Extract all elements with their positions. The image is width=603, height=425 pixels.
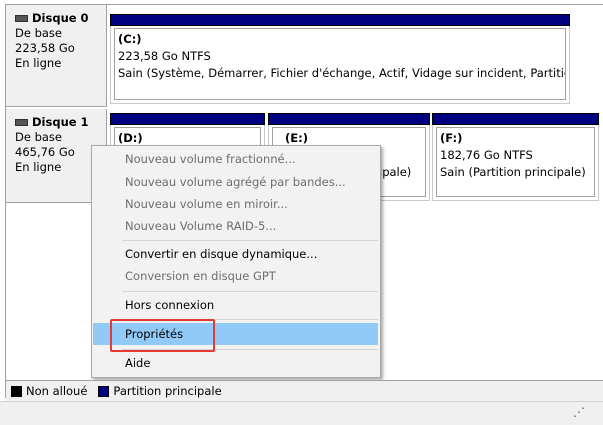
disk-icon <box>15 119 28 126</box>
disk-1-title-row: Disque 1 <box>15 115 106 130</box>
partition-f-details: (F:) 182,76 Go NTFS Sain (Partition prin… <box>436 127 595 197</box>
partition-c-status: Sain (Système, Démarrer, Fichier d'échan… <box>118 66 566 80</box>
partition-c[interactable]: (C:) 223,58 Go NTFS Sain (Système, Démar… <box>110 14 570 104</box>
menu-item-convert-dynamic[interactable]: Convertir en disque dynamique... <box>92 243 380 265</box>
partition-c-letter: (C:) <box>118 32 142 46</box>
legend-label-unallocated: Non alloué <box>26 384 88 398</box>
disk-0-title-row: Disque 0 <box>15 11 106 26</box>
partition-bar <box>268 113 430 125</box>
disk-1-type: De base <box>15 130 62 144</box>
disk-0-info[interactable]: Disque 0 De base 223,58 Go En ligne <box>6 5 107 107</box>
legend-label-primary: Partition principale <box>113 384 222 398</box>
annotation-highlight-box <box>110 319 215 352</box>
disk-1-title: Disque 1 <box>32 115 89 129</box>
menu-separator <box>122 291 378 292</box>
disk-0-status: En ligne <box>15 56 62 70</box>
menu-item-new-spanned-volume[interactable]: Nouveau volume fractionné... <box>92 148 380 170</box>
partition-f[interactable]: (F:) 182,76 Go NTFS Sain (Partition prin… <box>432 113 599 201</box>
partition-f-status: Sain (Partition principale) <box>440 165 586 179</box>
disk-0-size: 223,58 Go <box>15 41 75 55</box>
partition-c-details: (C:) 223,58 Go NTFS Sain (Système, Démar… <box>114 28 566 100</box>
menu-item-new-raid5-volume[interactable]: Nouveau Volume RAID-5... <box>92 215 380 237</box>
partition-c-size: 223,58 Go NTFS <box>118 49 211 63</box>
menu-item-help[interactable]: Aide <box>92 352 380 374</box>
status-strip <box>0 401 603 425</box>
partition-bar <box>110 14 570 26</box>
legend-bar: Non alloué Partition principale <box>6 380 603 401</box>
disk-icon <box>15 15 28 22</box>
menu-item-new-mirrored-volume[interactable]: Nouveau volume en miroir... <box>92 193 380 215</box>
partition-bar <box>110 113 265 125</box>
partition-bar <box>432 113 599 125</box>
disk-0-title: Disque 0 <box>32 11 89 25</box>
disk-0-type: De base <box>15 26 62 40</box>
legend-swatch-unallocated <box>11 385 22 397</box>
partition-f-letter: (F:) <box>440 131 463 145</box>
menu-item-convert-gpt[interactable]: Conversion en disque GPT <box>92 265 380 287</box>
partition-f-size: 182,76 Go NTFS <box>440 148 533 162</box>
menu-item-new-striped-volume[interactable]: Nouveau volume agrégé par bandes... <box>92 171 380 193</box>
menu-item-offline[interactable]: Hors connexion <box>92 294 380 316</box>
legend-swatch-primary <box>98 385 110 397</box>
menu-separator <box>122 240 378 241</box>
resize-grip-icon[interactable]: ⋰ <box>573 405 585 419</box>
